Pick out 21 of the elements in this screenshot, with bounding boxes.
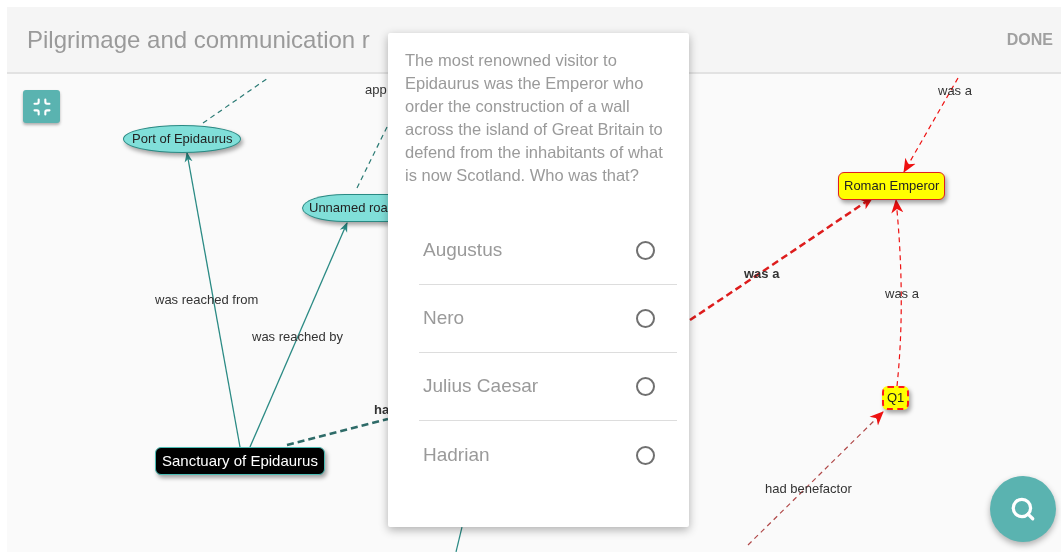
edge-label: was a <box>744 265 780 283</box>
radio-button[interactable] <box>636 445 655 465</box>
edge-label: had benefactor <box>765 480 852 498</box>
question-text: The most renowned visitor to Epidaurus was the Emperor who order the construction of a wall across the island of Great Britain to defend from the inhabitants of what is now Scotland. Who was that? <box>404 50 664 186</box>
edge-label: app <box>365 81 387 99</box>
radio-button[interactable] <box>636 309 655 328</box>
radio-button[interactable] <box>636 377 655 396</box>
edge-label: ha <box>374 401 390 419</box>
edge-line <box>455 526 463 552</box>
edge-label: was a <box>938 82 972 100</box>
graph-node[interactable]: Roman Emperor <box>838 172 946 200</box>
edge-label: was a <box>885 285 919 303</box>
graph-node[interactable]: Unnamed roa <box>302 194 388 222</box>
search-icon <box>1010 496 1036 522</box>
edge-line <box>202 77 269 124</box>
graph-node[interactable]: Sanctuary of Epidaurus <box>155 447 325 475</box>
collapse-icon <box>31 96 52 117</box>
edge-line <box>356 124 389 189</box>
graph-node[interactable]: Q1 <box>882 386 910 410</box>
radio-button[interactable] <box>636 241 655 260</box>
page-title: Pilgrimage and communication r <box>27 24 370 55</box>
